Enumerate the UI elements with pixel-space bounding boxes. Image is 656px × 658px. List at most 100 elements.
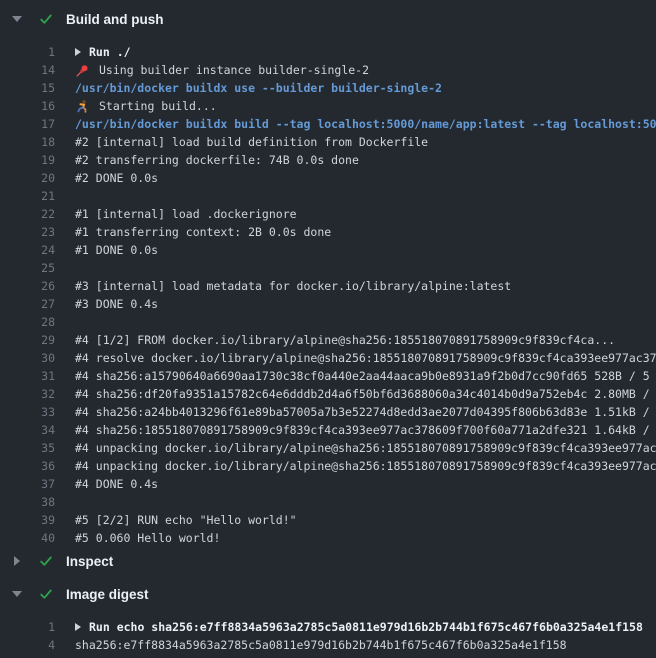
line-text: Using builder instance builder-single-2 (99, 63, 369, 77)
line-number[interactable]: 21 (0, 189, 55, 203)
line-text: #1 [internal] load .dockerignore (75, 207, 297, 221)
line-number[interactable]: 37 (0, 477, 55, 491)
pushpin-emoji-icon (75, 63, 90, 78)
runner-emoji-icon (75, 99, 90, 114)
section-title: Build and push (66, 12, 164, 27)
line-number[interactable]: 36 (0, 459, 55, 473)
line-text: /usr/bin/docker buildx build --tag local… (75, 117, 656, 131)
log-line: 38 (0, 493, 656, 511)
log-line: 31 #4 sha256:a15790640a6690aa1730c38cf0a… (0, 367, 656, 385)
line-number[interactable]: 23 (0, 225, 55, 239)
log-section: Inspect (0, 552, 656, 570)
line-text: #2 [internal] load build definition from… (75, 135, 428, 149)
line-number[interactable]: 22 (0, 207, 55, 221)
section-title: Inspect (66, 554, 113, 569)
line-number[interactable]: 30 (0, 351, 55, 365)
chevron-down-icon[interactable] (12, 591, 22, 597)
log-line: 20 #2 DONE 0.0s (0, 169, 656, 187)
section-header[interactable]: Image digest (0, 585, 656, 603)
log-line: 37 #4 DONE 0.4s (0, 475, 656, 493)
line-number[interactable]: 15 (0, 81, 55, 95)
check-icon (38, 11, 54, 27)
log-line: 24 #1 DONE 0.0s (0, 241, 656, 259)
line-number[interactable]: 31 (0, 369, 55, 383)
log-line: 25 (0, 259, 656, 277)
log-line: 28 (0, 313, 656, 331)
line-number[interactable]: 1 (0, 45, 55, 59)
line-text: Run echo sha256:e7ff8834a5963a2785c5a081… (89, 620, 643, 634)
log-line: 40 #5 0.060 Hello world! (0, 529, 656, 547)
line-number[interactable]: 4 (0, 638, 55, 652)
line-number[interactable]: 32 (0, 387, 55, 401)
line-text: #4 unpacking docker.io/library/alpine@sh… (75, 459, 656, 473)
log-line: 22 #1 [internal] load .dockerignore (0, 205, 656, 223)
log-line: 17 /usr/bin/docker buildx build --tag lo… (0, 115, 656, 133)
line-text: #1 DONE 0.0s (75, 243, 158, 257)
line-number[interactable]: 25 (0, 261, 55, 275)
log-line: 33 #4 sha256:a24bb4013296f61e89ba57005a7… (0, 403, 656, 421)
line-text: #2 transferring dockerfile: 74B 0.0s don… (75, 153, 359, 167)
line-text: #1 transferring context: 2B 0.0s done (75, 225, 331, 239)
line-text: #4 DONE 0.4s (75, 477, 158, 491)
line-number[interactable]: 19 (0, 153, 55, 167)
chevron-down-icon[interactable] (12, 16, 22, 22)
log-lines: 1 Run echo sha256:e7ff8834a5963a2785c5a0… (0, 618, 656, 654)
line-text: /usr/bin/docker buildx use --builder bui… (75, 81, 442, 95)
log-line: 23 #1 transferring context: 2B 0.0s done (0, 223, 656, 241)
log-line: 32 #4 sha256:df20fa9351a15782c64e6dddb2d… (0, 385, 656, 403)
line-number[interactable]: 35 (0, 441, 55, 455)
log-lines: 1 Run ./ 14 Using builder instance build… (0, 43, 656, 547)
line-number[interactable]: 34 (0, 423, 55, 437)
log-line: 15 /usr/bin/docker buildx use --builder … (0, 79, 656, 97)
line-number[interactable]: 27 (0, 297, 55, 311)
line-number[interactable]: 33 (0, 405, 55, 419)
line-text: Starting build... (99, 99, 217, 113)
line-text: #4 [1/2] FROM docker.io/library/alpine@s… (75, 333, 615, 347)
section-title: Image digest (66, 587, 149, 602)
line-number[interactable]: 1 (0, 620, 55, 634)
line-text: #3 DONE 0.4s (75, 297, 158, 311)
line-number[interactable]: 18 (0, 135, 55, 149)
section-header[interactable]: Inspect (0, 552, 656, 570)
line-number[interactable]: 17 (0, 117, 55, 131)
run-expander-icon[interactable] (75, 48, 81, 56)
section-header[interactable]: Build and push (0, 10, 656, 28)
check-icon (38, 586, 54, 602)
run-expander-icon[interactable] (75, 623, 81, 631)
log-line: 1 Run ./ (0, 43, 656, 61)
check-icon (38, 553, 54, 569)
log-line: 1 Run echo sha256:e7ff8834a5963a2785c5a0… (0, 618, 656, 636)
line-number[interactable]: 28 (0, 315, 55, 329)
line-text: #5 0.060 Hello world! (75, 531, 220, 545)
chevron-right-icon[interactable] (12, 556, 22, 566)
line-text: sha256:e7ff8834a5963a2785c5a0811e979d16b… (75, 638, 567, 652)
log-section: Build and push 1 Run ./ 14 Using builder… (0, 10, 656, 547)
line-number[interactable]: 29 (0, 333, 55, 347)
line-number[interactable]: 26 (0, 279, 55, 293)
line-text: #2 DONE 0.0s (75, 171, 158, 185)
line-text: Run ./ (89, 45, 131, 59)
log-line: 39 #5 [2/2] RUN echo "Hello world!" (0, 511, 656, 529)
log-line: 26 #3 [internal] load metadata for docke… (0, 277, 656, 295)
log-line: 36 #4 unpacking docker.io/library/alpine… (0, 457, 656, 475)
line-number[interactable]: 38 (0, 495, 55, 509)
line-number[interactable]: 24 (0, 243, 55, 257)
log-line: 4 sha256:e7ff8834a5963a2785c5a0811e979d1… (0, 636, 656, 654)
workflow-log-panel: Build and push 1 Run ./ 14 Using builder… (0, 0, 656, 658)
log-line: 35 #4 unpacking docker.io/library/alpine… (0, 439, 656, 457)
line-text: #4 unpacking docker.io/library/alpine@sh… (75, 441, 656, 455)
log-line: 30 #4 resolve docker.io/library/alpine@s… (0, 349, 656, 367)
log-line: 27 #3 DONE 0.4s (0, 295, 656, 313)
line-text: #4 sha256:a15790640a6690aa1730c38cf0a440… (75, 369, 650, 383)
line-text: #4 sha256:185518070891758909c9f839cf4ca3… (75, 423, 650, 437)
line-number[interactable]: 40 (0, 531, 55, 545)
line-number[interactable]: 16 (0, 99, 55, 113)
line-number[interactable]: 39 (0, 513, 55, 527)
log-line: 34 #4 sha256:185518070891758909c9f839cf4… (0, 421, 656, 439)
log-section: Image digest 1 Run echo sha256:e7ff8834a… (0, 585, 656, 654)
line-text: #4 sha256:df20fa9351a15782c64e6dddb2d4a6… (75, 387, 650, 401)
log-line: 21 (0, 187, 656, 205)
line-number[interactable]: 20 (0, 171, 55, 185)
line-number[interactable]: 14 (0, 63, 55, 77)
log-line: 18 #2 [internal] load build definition f… (0, 133, 656, 151)
